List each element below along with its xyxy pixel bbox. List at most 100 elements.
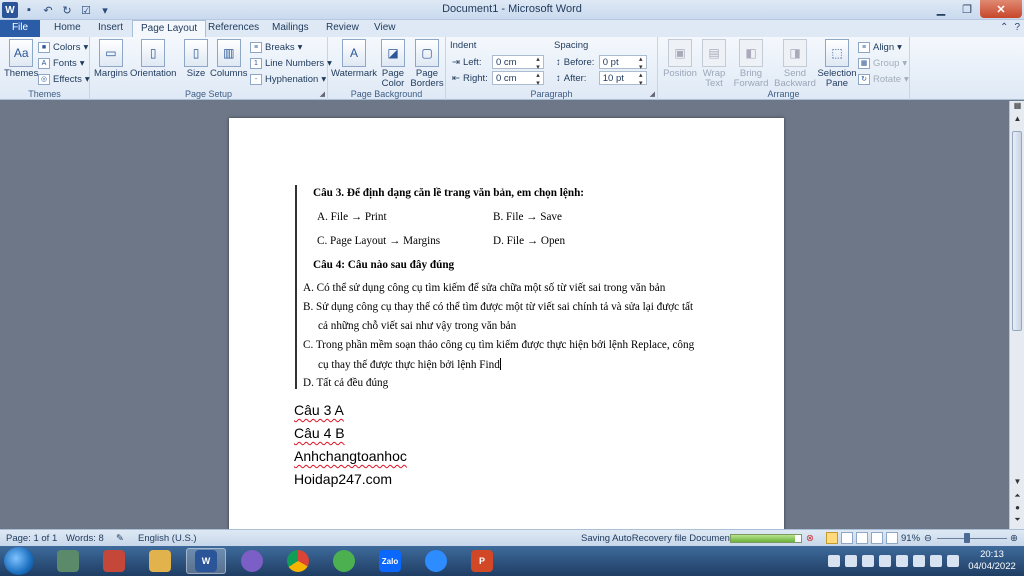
- scroll-down-icon[interactable]: ▼: [1010, 477, 1024, 489]
- tab-home[interactable]: Home: [46, 20, 89, 37]
- taskbar-powerpoint[interactable]: P: [462, 548, 502, 574]
- breaks-button[interactable]: ≡ Breaks ▾: [250, 39, 302, 55]
- themes-button[interactable]: Aa Themes: [4, 39, 38, 79]
- ribbon: Aa Themes ■ Colors ▾ A Fonts ▾ ◎ Effects ▾ …: [0, 37, 1024, 100]
- position-button[interactable]: ▣ Position: [660, 39, 700, 79]
- close-icon[interactable]: ✕: [980, 0, 1022, 18]
- size-button[interactable]: ▯ Size: [184, 39, 208, 79]
- q4-option-b-line1: B. Sử dụng công cụ thay thế có thể tìm đ…: [303, 301, 694, 313]
- tray-icon-2[interactable]: [845, 555, 857, 567]
- indent-right-input[interactable]: 0 cm: [491, 71, 544, 87]
- language[interactable]: English (U.S.): [138, 533, 197, 544]
- taskbar-explorer[interactable]: [140, 548, 180, 574]
- maximize-icon[interactable]: ❐: [954, 0, 980, 18]
- tab-review[interactable]: Review: [318, 20, 367, 37]
- spacing-after-input[interactable]: 10 pt: [598, 71, 647, 87]
- tray-icon-4[interactable]: [879, 555, 891, 567]
- page-color-button[interactable]: ◪ Page Color: [378, 39, 408, 89]
- line-numbers-button[interactable]: 1 Line Numbers ▾: [250, 55, 332, 71]
- size-icon: ▯: [184, 39, 208, 67]
- send-backward-button[interactable]: ◨ Send Backward: [772, 39, 818, 89]
- tab-mailings[interactable]: Mailings: [264, 20, 317, 37]
- web-layout-icon[interactable]: [856, 532, 868, 544]
- word-count[interactable]: Words: 8: [66, 533, 104, 544]
- browse-object-icon[interactable]: ●: [1010, 503, 1024, 515]
- wrap-text-button[interactable]: ▤ Wrap Text: [700, 39, 728, 89]
- ruler-toggle-icon[interactable]: ▦: [1010, 101, 1024, 113]
- scroll-up-icon[interactable]: ▲: [1010, 114, 1024, 126]
- start-icon[interactable]: [4, 547, 34, 575]
- tab-insert[interactable]: Insert: [90, 20, 131, 37]
- colors-button[interactable]: ■ Colors ▾: [38, 39, 88, 55]
- align-button[interactable]: ≡ Align ▾: [858, 39, 902, 55]
- tab-view[interactable]: View: [366, 20, 404, 37]
- margins-button[interactable]: ▭ Margins: [94, 39, 128, 79]
- selection-pane-button[interactable]: ⬚ Selection Pane: [817, 39, 857, 89]
- taskbar-word[interactable]: W: [186, 548, 226, 574]
- document-area[interactable]: Câu 3. Để định dạng căn lề trang văn bản…: [0, 101, 1009, 529]
- minimize-icon[interactable]: ▁: [928, 0, 954, 18]
- status-bar: Page: 1 of 1 Words: 8 ✎ English (U.S.) S…: [0, 529, 1024, 546]
- help-icon[interactable]: ?: [1014, 22, 1020, 33]
- indent-right-field[interactable]: ⇤ Right: 0 cm: [452, 71, 544, 87]
- language-icon[interactable]: [947, 555, 959, 567]
- zoom-slider-thumb[interactable]: [964, 533, 970, 543]
- spacing-after-field[interactable]: ↕ After: 10 pt: [556, 71, 647, 87]
- next-page-icon[interactable]: ⏷: [1010, 515, 1024, 527]
- taskbar-zoom[interactable]: [416, 548, 456, 574]
- rotate-button[interactable]: ↻ Rotate ▾: [858, 71, 909, 87]
- taskbar-viber[interactable]: [232, 548, 272, 574]
- vertical-scrollbar[interactable]: ▦ ▲ ▼ ⏶ ● ⏷: [1009, 101, 1024, 529]
- indent-left-field[interactable]: ⇥ Left: 0 cm: [452, 55, 544, 71]
- tray-icon-3[interactable]: [862, 555, 874, 567]
- group-button[interactable]: ▦ Group ▾: [858, 55, 907, 71]
- page-borders-button[interactable]: ▢ Page Borders: [410, 39, 444, 89]
- orientation-button[interactable]: ▯ Orientation: [130, 39, 176, 79]
- volume-icon[interactable]: [930, 555, 942, 567]
- print-layout-icon[interactable]: [826, 532, 838, 544]
- previous-page-icon[interactable]: ⏶: [1010, 491, 1024, 503]
- fonts-button[interactable]: A Fonts ▾: [38, 55, 85, 71]
- tab-file[interactable]: File: [0, 20, 40, 37]
- zoom-in-icon[interactable]: ⊕: [1010, 533, 1018, 544]
- tray-icon-1[interactable]: [828, 555, 840, 567]
- taskbar-app-green[interactable]: [324, 548, 364, 574]
- paragraph-launcher-icon[interactable]: ◢: [650, 90, 655, 98]
- zoom-level[interactable]: 91%: [901, 533, 920, 544]
- proofing-icon[interactable]: ✎: [116, 533, 124, 544]
- full-screen-reading-icon[interactable]: [841, 532, 853, 544]
- zoom-slider[interactable]: [937, 538, 1007, 539]
- tray-icon-5[interactable]: [896, 555, 908, 567]
- draft-icon[interactable]: [886, 532, 898, 544]
- page-count[interactable]: Page: 1 of 1: [6, 533, 57, 544]
- page-color-icon: ◪: [381, 39, 405, 67]
- effects-button[interactable]: ◎ Effects ▾: [38, 71, 90, 87]
- viber-icon: [241, 550, 263, 572]
- outline-icon[interactable]: [871, 532, 883, 544]
- spacing-before-input[interactable]: 0 pt: [598, 55, 647, 71]
- document-page[interactable]: Câu 3. Để định dạng căn lề trang văn bản…: [229, 118, 784, 529]
- watermark-button[interactable]: A Watermark: [331, 39, 377, 79]
- clock[interactable]: 20:13 04/04/2022: [964, 549, 1020, 573]
- taskbar-app-1[interactable]: [48, 548, 88, 574]
- q3-option-a: A. File → Print: [317, 211, 387, 223]
- zoom-out-icon[interactable]: ⊖: [924, 533, 932, 544]
- bring-forward-button[interactable]: ◧ Bring Forward: [730, 39, 772, 89]
- indent-left-input[interactable]: 0 cm: [491, 55, 544, 71]
- page-setup-launcher-icon[interactable]: ◢: [320, 90, 325, 98]
- group-themes: Aa Themes ■ Colors ▾ A Fonts ▾ ◎ Effects ▾ …: [0, 37, 90, 100]
- taskbar-zalo[interactable]: Zalo: [370, 548, 410, 574]
- spacing-before-field[interactable]: ↕ Before: 0 pt: [556, 55, 647, 71]
- network-icon[interactable]: [913, 555, 925, 567]
- taskbar-app-2[interactable]: [94, 548, 134, 574]
- hyphenation-button[interactable]: - Hyphenation ▾: [250, 71, 326, 87]
- page-borders-icon: ▢: [415, 39, 439, 67]
- columns-button[interactable]: ▥ Columns: [210, 39, 248, 79]
- taskbar-chrome[interactable]: [278, 548, 318, 574]
- group-page-setup: ▭ Margins ▯ Orientation ▯ Size ▥ Columns…: [90, 37, 332, 100]
- minimize-ribbon-icon[interactable]: ⌃: [1000, 22, 1008, 33]
- tab-page-layout[interactable]: Page Layout: [132, 20, 207, 37]
- tab-references[interactable]: References: [200, 20, 267, 37]
- scroll-thumb[interactable]: [1012, 131, 1022, 331]
- cancel-save-icon[interactable]: ⊗: [806, 533, 814, 544]
